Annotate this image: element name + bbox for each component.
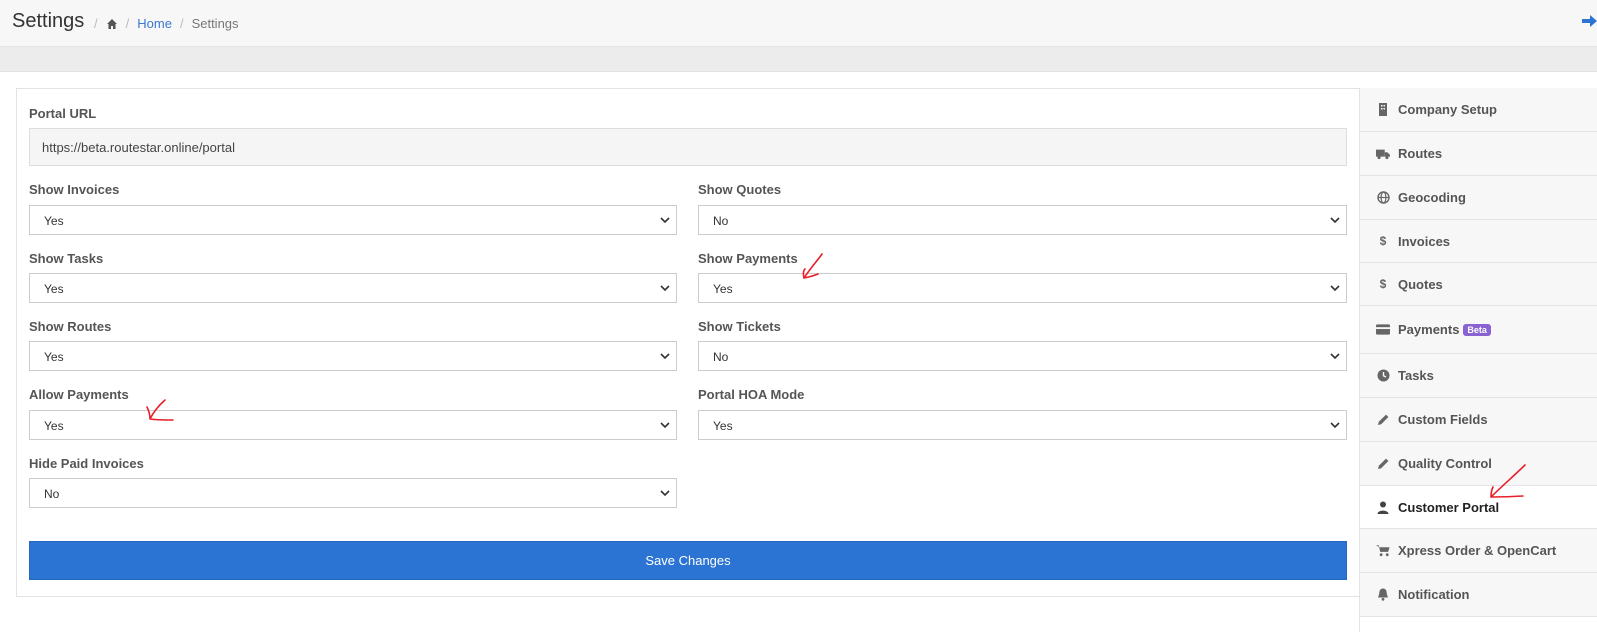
sidebar-item-quality-control[interactable]: Quality Control	[1360, 442, 1597, 486]
sidebar-item-label: Quotes	[1398, 276, 1443, 292]
sidebar-item-label: Routes	[1398, 146, 1443, 161]
show-routes-select[interactable]: Yes	[29, 341, 677, 371]
show-tasks-select[interactable]: Yes	[29, 273, 677, 303]
top-bar: Settings / / Home / Settings	[0, 0, 1597, 47]
show-routes-value: Yes	[44, 350, 64, 364]
chevron-down-icon	[660, 285, 670, 292]
save-changes-button[interactable]: Save Changes	[29, 541, 1347, 580]
home-icon[interactable]	[106, 18, 118, 30]
sidebar-item-label: Company Setup	[1398, 102, 1497, 117]
page-title: Settings	[12, 10, 85, 32]
show-invoices-select[interactable]: Yes	[29, 205, 677, 235]
sidebar-item-xpress-order[interactable]: Xpress Order & OpenCart	[1360, 529, 1597, 573]
breadcrumb-separator: /	[179, 16, 184, 31]
show-quotes-select[interactable]: No	[698, 205, 1347, 235]
hide-paid-invoices-select[interactable]: No	[29, 478, 677, 508]
sidebar-item-label: Customer Portal	[1398, 499, 1500, 515]
show-tickets-label: Show Tickets	[698, 319, 781, 334]
dollar-icon: $	[1379, 234, 1387, 248]
chevron-down-icon	[660, 353, 670, 360]
show-tickets-value: No	[713, 350, 729, 364]
breadcrumb-separator: /	[94, 16, 98, 31]
logout-arrow-icon[interactable]	[1582, 12, 1597, 30]
sidebar-item-label: Notification	[1398, 587, 1470, 602]
allow-payments-value: Yes	[44, 419, 64, 433]
pencil-icon	[1376, 413, 1390, 427]
show-quotes-value: No	[713, 214, 729, 228]
portal-hoa-mode-label: Portal HOA Mode	[698, 387, 805, 402]
show-tasks-value: Yes	[44, 282, 64, 296]
pencil-icon	[1376, 457, 1390, 471]
sidebar-item-label: Payments	[1398, 322, 1460, 337]
sidebar-item-company-setup[interactable]: Company Setup	[1360, 88, 1597, 132]
show-invoices-label: Show Invoices	[29, 182, 120, 197]
portal-hoa-mode-value: Yes	[713, 419, 733, 433]
sidebar-item-notification[interactable]: Notification	[1360, 573, 1597, 617]
chevron-down-icon	[660, 217, 670, 224]
grey-band	[0, 47, 1597, 72]
sidebar-item-geocoding[interactable]: Geocoding	[1360, 176, 1597, 220]
sidebar-item-quotes[interactable]: $ Quotes	[1360, 263, 1597, 306]
sidebar-item-custom-fields[interactable]: Custom Fields	[1360, 398, 1597, 442]
chevron-down-icon	[1330, 217, 1340, 224]
portal-hoa-mode-select[interactable]: Yes	[698, 410, 1347, 440]
sidebar-item-label: Custom Fields	[1398, 412, 1488, 427]
credit-card-icon	[1376, 323, 1390, 337]
show-quotes-label: Show Quotes	[698, 182, 782, 197]
show-payments-value: Yes	[713, 282, 733, 296]
sidebar-item-label: Quality Control	[1398, 456, 1492, 471]
allow-payments-label: Allow Payments	[29, 387, 129, 402]
chevron-down-icon	[1330, 422, 1340, 429]
breadcrumb-current: Settings	[191, 16, 239, 31]
chevron-down-icon	[1330, 285, 1340, 292]
chevron-down-icon	[660, 422, 670, 429]
show-tasks-label: Show Tasks	[29, 251, 104, 266]
settings-sidebar: Company Setup Routes Geocoding $ Invoice…	[1359, 88, 1597, 632]
sidebar-item-customer-portal[interactable]: Customer Portal	[1360, 486, 1597, 529]
portal-url-label: Portal URL	[29, 106, 97, 121]
show-payments-label: Show Payments	[698, 251, 798, 266]
building-icon	[1376, 103, 1390, 117]
hide-paid-invoices-label: Hide Paid Invoices	[29, 456, 144, 471]
show-payments-select[interactable]: Yes	[698, 273, 1347, 303]
sidebar-item-payments[interactable]: Payments Beta	[1360, 306, 1597, 354]
globe-icon	[1376, 191, 1390, 205]
bell-icon	[1376, 588, 1390, 602]
chevron-down-icon	[660, 490, 670, 497]
show-routes-label: Show Routes	[29, 319, 112, 334]
sidebar-item-tasks[interactable]: Tasks	[1360, 354, 1597, 398]
user-icon	[1376, 500, 1390, 514]
sidebar-item-invoices[interactable]: $ Invoices	[1360, 220, 1597, 263]
sidebar-item-label: Tasks	[1398, 368, 1434, 383]
hide-paid-invoices-value: No	[44, 487, 60, 501]
breadcrumb-separator: /	[125, 16, 130, 31]
show-invoices-value: Yes	[44, 214, 64, 228]
truck-icon	[1376, 147, 1390, 161]
show-tickets-select[interactable]: No	[698, 341, 1347, 371]
chevron-down-icon	[1330, 353, 1340, 360]
sidebar-item-routes[interactable]: Routes	[1360, 132, 1597, 176]
clock-icon	[1376, 369, 1390, 383]
sidebar-item-label: Geocoding	[1398, 190, 1466, 205]
breadcrumb: / / Home / Settings	[86, 16, 239, 31]
allow-payments-select[interactable]: Yes	[29, 410, 677, 440]
sidebar-item-label: Invoices	[1398, 233, 1451, 249]
portal-url-field[interactable]: https://beta.routestar.online/portal	[29, 128, 1347, 166]
beta-badge: Beta	[1463, 323, 1491, 336]
cart-icon	[1376, 544, 1390, 558]
breadcrumb-home-link[interactable]: Home	[137, 16, 172, 31]
sidebar-item-label: Xpress Order & OpenCart	[1398, 543, 1557, 558]
dollar-icon: $	[1379, 277, 1387, 291]
